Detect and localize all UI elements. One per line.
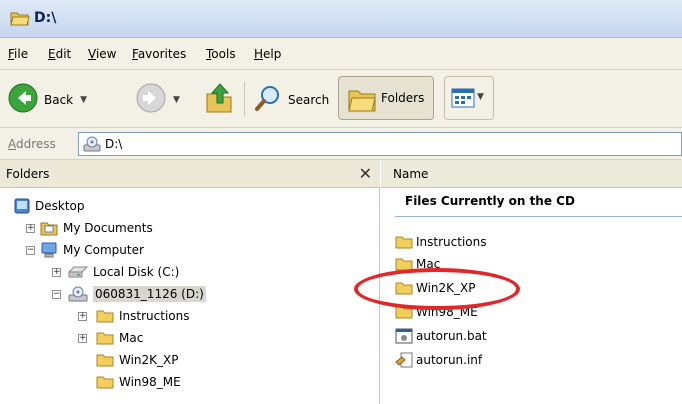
back-button[interactable]: Back ▼ [8, 83, 87, 116]
tree-item-cd-drive-d[interactable]: 060831_1126 (D:) [68, 284, 206, 304]
folders-label: Folders [381, 91, 425, 105]
menu-favorites[interactable]: Favorites [132, 47, 186, 61]
tree-item-instructions[interactable]: Instructions [96, 306, 189, 326]
cd-drive-icon [68, 286, 88, 302]
hard-disk-icon [68, 266, 88, 278]
expand-plus-icon[interactable]: + [78, 334, 87, 343]
menu-tools[interactable]: Tools [206, 47, 236, 61]
file-item-autorun-inf[interactable]: autorun.inf [395, 350, 482, 370]
address-bar: Address D:\ [0, 128, 682, 160]
views-button[interactable]: ▼ [444, 76, 494, 120]
address-input[interactable]: D:\ [78, 132, 682, 156]
tree-item-label: My Computer [63, 243, 144, 257]
folders-pane: Folders ✕ Desktop + My Documents − My Co… [0, 160, 380, 404]
highlight-ellipse [354, 268, 520, 310]
folder-icon [96, 309, 114, 323]
close-icon[interactable]: ✕ [359, 164, 372, 183]
tree-item-label: Win98_ME [119, 375, 181, 389]
up-folder-icon [204, 82, 234, 117]
expand-plus-icon[interactable]: + [78, 312, 87, 321]
column-name-label: Name [393, 167, 429, 181]
tree-item-label: Desktop [35, 199, 85, 213]
group-title: Files Currently on the CD [405, 194, 575, 208]
folder-icon [96, 353, 114, 367]
views-icon [451, 88, 475, 111]
tree-item-label: My Documents [63, 221, 153, 235]
cd-drive-icon [83, 136, 101, 155]
chevron-down-icon[interactable]: ▼ [173, 95, 180, 105]
tree-item-desktop[interactable]: Desktop [14, 196, 85, 216]
file-name: Instructions [416, 235, 487, 249]
collapse-minus-icon[interactable]: − [52, 290, 61, 299]
folders-pane-header: Folders ✕ [0, 160, 380, 188]
menu-help[interactable]: Help [254, 47, 281, 61]
desktop-icon [14, 198, 30, 214]
open-folder-icon [10, 10, 30, 29]
file-item-instructions[interactable]: Instructions [395, 232, 486, 252]
search-button[interactable]: Search [254, 84, 329, 115]
tree-item-win98-me[interactable]: Win98_ME [96, 372, 181, 392]
tree-item-label: Local Disk (C:) [93, 265, 180, 279]
menu-view[interactable]: View [88, 47, 116, 61]
folder-icon [96, 375, 114, 389]
expand-plus-icon[interactable]: + [52, 268, 61, 277]
menu-file[interactable]: File [8, 47, 28, 61]
forward-button[interactable]: ▼ [136, 83, 180, 116]
folders-button[interactable]: Folders [338, 76, 434, 120]
tree-item-label: Mac [119, 331, 144, 345]
up-folder-button[interactable] [204, 82, 234, 117]
expand-plus-icon[interactable]: + [26, 224, 35, 233]
forward-arrow-icon [136, 83, 166, 116]
tree-item-label: Instructions [119, 309, 190, 323]
folders-pane-title: Folders [6, 167, 50, 181]
folder-icon [395, 235, 413, 249]
file-name: autorun.inf [416, 353, 483, 367]
file-name: autorun.bat [416, 329, 487, 343]
tree-item-mac[interactable]: Mac [96, 328, 143, 348]
address-value: D:\ [105, 137, 123, 151]
collapse-minus-icon[interactable]: − [26, 246, 35, 255]
title-bar: D:\ [0, 0, 682, 38]
search-label: Search [288, 92, 330, 107]
toolbar-separator [244, 82, 245, 116]
folders-icon [347, 85, 377, 116]
tree-item-label: 060831_1126 (D:) [93, 286, 206, 302]
menu-bar: File Edit View Favorites Tools Help [0, 38, 682, 70]
search-icon [254, 84, 282, 115]
back-arrow-icon [8, 83, 38, 116]
batch-file-icon [395, 328, 413, 344]
setup-info-file-icon [395, 352, 413, 368]
menu-edit[interactable]: Edit [48, 47, 71, 61]
computer-icon [40, 242, 58, 258]
toolbar: Back ▼ ▼ Search Folders ▼ [0, 70, 682, 128]
file-item-autorun-bat[interactable]: autorun.bat [395, 326, 487, 346]
column-header-name[interactable]: Name [381, 160, 682, 188]
chevron-down-icon[interactable]: ▼ [80, 95, 87, 105]
back-label: Back [44, 92, 74, 107]
group-divider [395, 216, 682, 217]
tree-item-my-documents[interactable]: My Documents [40, 218, 153, 238]
window-title: D:\ [34, 10, 57, 26]
address-label: Address [8, 137, 56, 151]
tree-item-label: Win2K_XP [119, 353, 179, 367]
tree-item-local-disk-c[interactable]: Local Disk (C:) [68, 262, 179, 282]
chevron-down-icon: ▼ [477, 92, 484, 102]
tree-item-win2k-xp[interactable]: Win2K_XP [96, 350, 179, 370]
documents-folder-icon [40, 221, 58, 236]
tree-item-my-computer[interactable]: My Computer [40, 240, 144, 260]
folder-icon [96, 331, 114, 345]
